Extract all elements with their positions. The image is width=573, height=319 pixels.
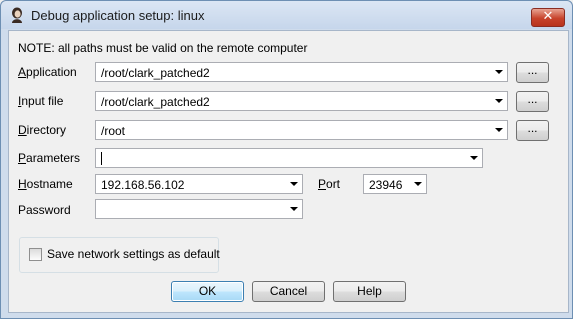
parameters-label: Parameters [18,151,81,165]
port-label: Port [318,177,341,191]
directory-browse-button[interactable]: ... [516,120,549,141]
dropdown-arrow-icon[interactable] [495,70,503,74]
port-combo[interactable]: 23946 [363,174,427,194]
dropdown-arrow-icon[interactable] [470,156,478,160]
directory-label: Directory [18,123,67,137]
dropdown-arrow-icon[interactable] [290,182,298,186]
directory-combo[interactable]: /root [95,120,508,140]
save-settings-checkbox[interactable] [29,248,42,261]
dropdown-arrow-icon[interactable] [495,128,503,132]
application-combo[interactable]: /root/clark_patched2 [95,62,508,82]
input-file-browse-button[interactable]: ... [516,91,549,112]
application-label: Application [18,65,77,79]
password-combo[interactable] [95,199,303,219]
application-value: /root/clark_patched2 [101,66,210,80]
dropdown-arrow-icon[interactable] [414,182,422,186]
text-caret [101,152,102,165]
password-label: Password [18,203,71,217]
paths-note: NOTE: all paths must be valid on the rem… [18,41,308,55]
application-browse-button[interactable]: ... [516,62,549,83]
close-button[interactable]: ✕ [531,8,565,27]
port-value: 23946 [369,178,403,192]
input-file-combo[interactable]: /root/clark_patched2 [95,91,508,111]
hostname-combo[interactable]: 192.168.56.102 [95,174,303,194]
hostname-value: 192.168.56.102 [101,178,185,192]
dialog-body: NOTE: all paths must be valid on the rem… [8,30,569,313]
title-bar[interactable]: Debug application setup: linux ✕ [1,1,572,29]
dropdown-arrow-icon[interactable] [495,99,503,103]
dropdown-arrow-icon[interactable] [290,207,298,211]
save-settings-group: Save network settings as default [19,237,220,273]
directory-value: /root [101,124,126,138]
debug-setup-dialog: Debug application setup: linux ✕ NOTE: a… [0,0,573,319]
window-title: Debug application setup: linux [31,8,205,23]
save-settings-label[interactable]: Save network settings as default [47,247,220,261]
ok-button[interactable]: OK [171,281,244,302]
ida-lady-icon [12,7,22,23]
cancel-button[interactable]: Cancel [252,281,325,302]
input-file-value: /root/clark_patched2 [101,95,210,109]
input-file-label: Input file [18,94,64,108]
parameters-combo[interactable] [95,148,483,168]
hostname-label: Hostname [18,177,73,191]
help-button[interactable]: Help [333,281,406,302]
